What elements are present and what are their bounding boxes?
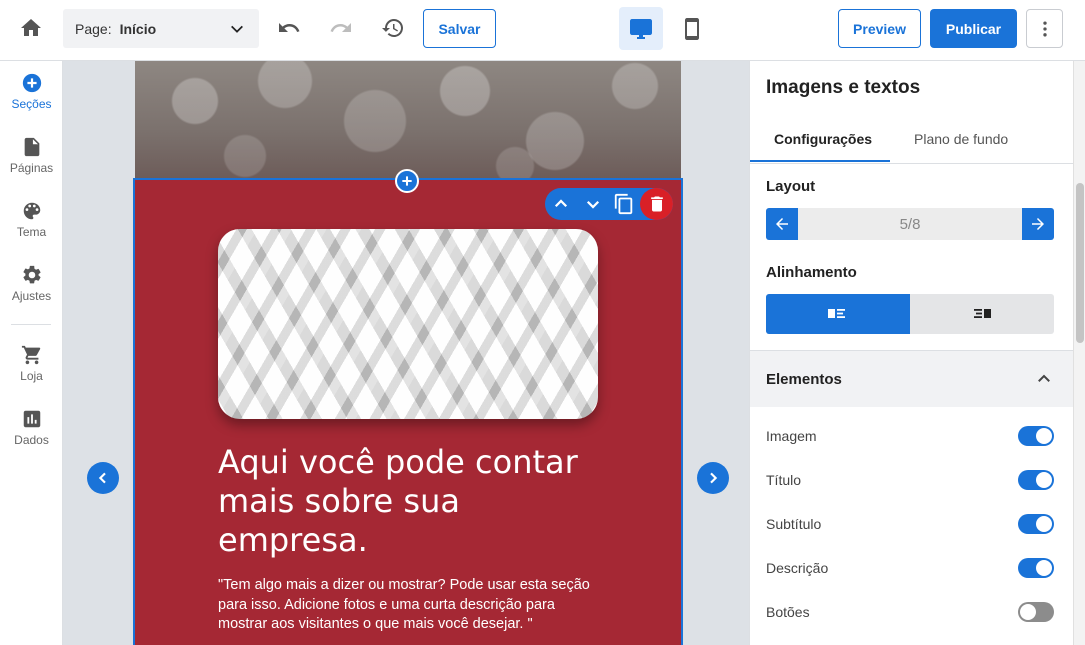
plus-icon [402,176,412,186]
desktop-view-button[interactable] [619,7,663,50]
chevron-up-icon [554,199,568,208]
more-options-button[interactable] [1026,9,1063,48]
chevron-down-icon [586,200,600,209]
alignment-toggle [766,294,1054,334]
section-title[interactable]: Aqui você pode contar mais sobre sua emp… [218,443,598,560]
panel-title: Imagens e textos [766,77,921,98]
toggle-label: Botões [766,604,810,620]
layout-stepper: 5/8 [766,208,1054,240]
save-button[interactable]: Salvar [423,9,496,48]
titulo-toggle[interactable] [1018,470,1054,490]
sidebar-item-tema[interactable]: Tema [0,200,63,239]
smartphone-icon [685,17,699,40]
layout-label: Layout [766,178,816,195]
elements-section-header[interactable]: Elementos [750,350,1074,407]
sidebar-item-label: Dados [14,433,49,447]
sidebar-item-dados[interactable]: Dados [0,408,63,447]
subtitulo-toggle[interactable] [1018,514,1054,534]
sidebar-item-paginas[interactable]: Páginas [0,136,63,175]
sidebar-item-label: Seções [11,97,52,111]
sidebar-item-label: Tema [16,225,47,239]
sidebar-item-ajustes[interactable]: Ajustes [0,264,63,303]
layout-value: 5/8 [899,215,921,233]
delete-section-button[interactable] [640,188,673,220]
add-section-button[interactable] [395,169,419,193]
layout-prev-button[interactable] [766,208,798,240]
image-right-icon [974,309,991,318]
elements-label: Elementos [766,371,842,388]
align-image-right-button[interactable] [910,294,1054,334]
toggle-label: Descrição [766,560,829,576]
previous-slide-button[interactable] [87,462,119,494]
page-selector-value: Início [119,20,157,37]
alignment-label: Alinhamento [766,264,857,281]
sidebar-item-label: Páginas [9,161,54,175]
active-tab-indicator [750,160,890,162]
tab-plano-de-fundo[interactable]: Plano de fundo [914,131,1008,147]
undo-icon[interactable] [277,16,301,40]
history-icon[interactable] [381,16,405,40]
section-toolbar [545,188,673,220]
move-up-button[interactable] [549,192,573,216]
trash-icon [650,196,663,212]
toggle-row-titulo: Título [766,468,1054,492]
previous-section-background[interactable] [135,61,681,179]
toggle-row-botoes: Botões [766,600,1054,624]
image-left-icon [828,309,845,318]
section-description[interactable]: "Tem algo mais a dizer ou mostrar? Pode … [218,576,598,635]
botoes-toggle[interactable] [1018,602,1054,622]
cart-icon [21,345,40,365]
chevron-right-icon [710,472,718,484]
redo-icon[interactable] [329,16,353,40]
imagem-toggle[interactable] [1018,426,1054,446]
toggle-label: Título [766,472,802,488]
sidebar-item-loja[interactable]: Loja [0,344,63,383]
toggle-row-imagem: Imagem [766,424,1054,448]
arrow-right-icon [1032,218,1044,230]
panel-scrollbar[interactable] [1073,61,1085,645]
palette-icon [23,202,40,220]
toggle-label: Subtítulo [766,516,822,532]
home-icon[interactable] [19,16,43,40]
descricao-toggle[interactable] [1018,558,1054,578]
sidebar-item-label: Loja [20,369,43,383]
monitor-icon [630,18,652,39]
editor-canvas: Aqui você pode contar mais sobre sua emp… [64,61,749,645]
publish-button[interactable]: Publicar [930,9,1017,48]
layout-next-button[interactable] [1022,208,1054,240]
add-circle-icon [22,73,41,93]
arrow-left-icon [776,218,788,230]
settings-panel: Imagens e textos Configurações Plano de … [749,61,1074,645]
tab-divider [750,163,1074,164]
page-icon [24,137,39,157]
scrollbar-thumb[interactable] [1076,183,1084,343]
page-selector[interactable]: Page: Início [63,9,259,48]
tab-configuracoes[interactable]: Configurações [774,131,872,147]
preview-button[interactable]: Preview [838,9,921,48]
mobile-view-button[interactable] [680,7,704,50]
next-slide-button[interactable] [697,462,729,494]
copy-icon [614,193,633,215]
section-image[interactable] [218,229,598,419]
more-vert-icon [1042,21,1047,36]
chevron-up-icon [1035,370,1053,393]
sidebar-item-secoes[interactable]: Seções [0,72,63,111]
left-sidebar: Seções Páginas Tema Ajustes Loja Dados [0,61,63,645]
sidebar-item-label: Ajustes [11,289,52,303]
chevron-down-icon [229,21,245,40]
top-toolbar: Page: Início Salvar Preview Publicar [0,0,1085,61]
align-image-left-button[interactable] [766,294,910,334]
toggle-label: Imagem [766,428,817,444]
chevron-left-icon [98,472,106,484]
chart-icon [23,410,40,428]
toggle-row-descricao: Descrição [766,556,1054,580]
gear-icon [22,265,41,284]
page-selector-label: Page: [75,20,112,37]
duplicate-button[interactable] [612,192,636,216]
toggle-row-subtitulo: Subtítulo [766,512,1054,536]
move-down-button[interactable] [581,192,605,216]
sidebar-divider [11,324,51,325]
